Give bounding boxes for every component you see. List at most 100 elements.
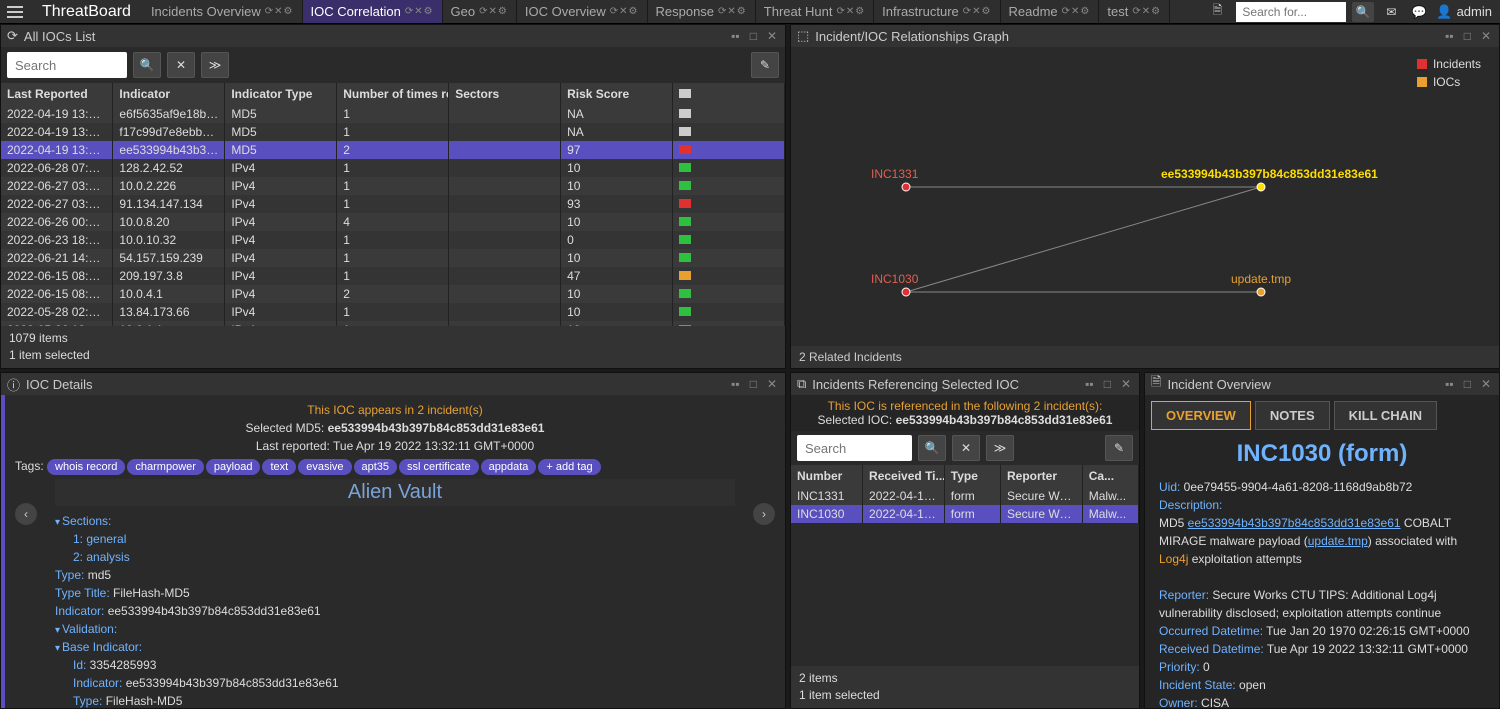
table-row[interactable]: 2022-06-15 08:51:46209.197.3.8IPv4147 xyxy=(1,267,785,285)
table-row[interactable]: 2022-06-23 18:18:4210.0.10.32IPv410 xyxy=(1,231,785,249)
panel-close-icon[interactable]: ✕ xyxy=(765,377,779,391)
expand-icon[interactable]: ≫ xyxy=(201,52,229,78)
graph-canvas[interactable]: Incidents IOCs INC1331 INC1030 ee533994b… xyxy=(791,47,1499,346)
expand-icon[interactable]: ≫ xyxy=(986,435,1014,461)
column-header[interactable]: Ca... xyxy=(1082,465,1138,487)
search-icon[interactable]: 🔍 xyxy=(1352,2,1374,22)
graph-node-inc1331[interactable]: INC1331 xyxy=(871,167,918,181)
column-header[interactable] xyxy=(673,83,785,105)
log4j-link[interactable]: Log4j xyxy=(1159,552,1188,566)
overview-tab-kill chain[interactable]: KILL CHAIN xyxy=(1334,401,1437,430)
new-tab-icon[interactable]: 🗎 xyxy=(1206,0,1228,23)
table-row[interactable]: 2022-06-28 07:39:38128.2.42.52IPv4110 xyxy=(1,159,785,177)
panel-close-icon[interactable]: ✕ xyxy=(1119,377,1133,391)
tab-ioc-correlation[interactable]: IOC Correlation⟳✕⚙ xyxy=(303,0,443,23)
tab-threat-hunt[interactable]: Threat Hunt⟳✕⚙ xyxy=(756,0,874,23)
column-header[interactable]: Indicator xyxy=(113,83,225,105)
panel-settings-icon[interactable]: ▪▪ xyxy=(1443,29,1456,43)
panel-settings-icon[interactable]: ▪▪ xyxy=(729,29,742,43)
panel-title: IOC Details xyxy=(26,377,723,392)
iocs-table[interactable]: Last ReportedIndicatorIndicator TypeNumb… xyxy=(1,83,785,326)
overview-tab-notes[interactable]: NOTES xyxy=(1255,401,1330,430)
panel-close-icon[interactable]: ✕ xyxy=(765,29,779,43)
mail-icon[interactable]: ✉ xyxy=(1380,2,1402,22)
column-header[interactable]: Risk Score xyxy=(561,83,673,105)
table-row[interactable]: 2022-05-26 18:48:1410.0.1.1IPv4110 xyxy=(1,321,785,326)
panel-settings-icon[interactable]: ▪▪ xyxy=(1443,377,1456,391)
refresh-icon[interactable]: ⟳ xyxy=(7,28,18,44)
tab-response[interactable]: Response⟳✕⚙ xyxy=(648,0,756,23)
panel-close-icon[interactable]: ✕ xyxy=(1479,29,1493,43)
panel-max-icon[interactable]: □ xyxy=(1462,29,1473,43)
tab-infrastructure[interactable]: Infrastructure⟳✕⚙ xyxy=(874,0,1000,23)
table-row[interactable]: 2022-05-28 02:48:2513.84.173.66IPv4110 xyxy=(1,303,785,321)
panel-max-icon[interactable]: □ xyxy=(748,377,759,391)
next-source-icon[interactable]: › xyxy=(753,503,775,525)
clear-icon[interactable]: ✕ xyxy=(167,52,195,78)
graph-node-file[interactable]: update.tmp xyxy=(1231,272,1291,286)
refs-table[interactable]: NumberReceived Ti...TypeReporterCa... IN… xyxy=(791,465,1139,523)
graph-node-inc1030[interactable]: INC1030 xyxy=(871,272,918,286)
graph-status: 2 Related Incidents xyxy=(791,346,1499,368)
column-header[interactable]: Indicator Type xyxy=(225,83,337,105)
menu-icon[interactable] xyxy=(0,0,30,23)
tag[interactable]: charmpower xyxy=(127,459,204,475)
tab-ioc-overview[interactable]: IOC Overview⟳✕⚙ xyxy=(517,0,648,23)
table-row[interactable]: 2022-04-19 13:32:11ee533994b43b397b...MD… xyxy=(1,141,785,159)
tab-geo[interactable]: Geo⟳✕⚙ xyxy=(443,0,517,23)
tag[interactable]: + add tag xyxy=(538,459,600,475)
chat-icon[interactable]: 💬 xyxy=(1408,2,1430,22)
hash-link[interactable]: ee533994b43b397b84c853dd31e83e61 xyxy=(1188,516,1401,530)
iocs-search-input[interactable] xyxy=(7,52,127,78)
panel-max-icon[interactable]: □ xyxy=(1462,377,1473,391)
table-row[interactable]: 2022-06-15 08:01:4610.0.4.1IPv4210 xyxy=(1,285,785,303)
tab-incidents-overview[interactable]: Incidents Overview⟳✕⚙ xyxy=(143,0,303,23)
table-row[interactable]: 2022-06-27 03:54:2391.134.147.134IPv4193 xyxy=(1,195,785,213)
panel-max-icon[interactable]: □ xyxy=(748,29,759,43)
tag[interactable]: payload xyxy=(206,459,261,475)
flag-icon xyxy=(679,109,691,118)
flag-icon xyxy=(679,145,691,154)
table-row[interactable]: 2022-06-21 14:38:1654.157.159.239IPv4110 xyxy=(1,249,785,267)
overview-tab-overview[interactable]: OVERVIEW xyxy=(1151,401,1251,430)
panel-max-icon[interactable]: □ xyxy=(1102,377,1113,391)
user-menu[interactable]: 👤 admin xyxy=(1436,4,1492,20)
tag[interactable]: whois record xyxy=(47,459,125,475)
tab-test[interactable]: test⟳✕⚙ xyxy=(1099,0,1170,23)
column-header[interactable]: Sectors xyxy=(449,83,561,105)
column-header[interactable]: Reporter xyxy=(1000,465,1082,487)
search-icon[interactable]: 🔍 xyxy=(918,435,946,461)
panel-settings-icon[interactable]: ▪▪ xyxy=(1083,377,1096,391)
tag[interactable]: appdata xyxy=(481,459,537,475)
edit-icon[interactable]: ✎ xyxy=(751,52,779,78)
tab-readme[interactable]: Readme⟳✕⚙ xyxy=(1001,0,1100,23)
column-header[interactable]: Number of times re... xyxy=(337,83,449,105)
search-icon[interactable]: 🔍 xyxy=(133,52,161,78)
file-link[interactable]: update.tmp xyxy=(1308,534,1368,548)
table-row[interactable]: 2022-06-26 00:39:1110.0.8.20IPv4410 xyxy=(1,213,785,231)
prev-source-icon[interactable]: ‹ xyxy=(15,503,37,525)
tag[interactable]: evasive xyxy=(298,459,351,475)
column-header[interactable]: Number xyxy=(791,465,863,487)
table-row[interactable]: INC10302022-04-19 1...formSecure Work...… xyxy=(791,505,1139,523)
table-row[interactable]: 2022-04-19 13:32:17f17c99d7e8ebb53ee...M… xyxy=(1,123,785,141)
global-search-input[interactable] xyxy=(1236,2,1346,22)
graph-node-hash[interactable]: ee533994b43b397b84c853dd31e83e61 xyxy=(1161,167,1378,181)
tag[interactable]: ssl certificate xyxy=(399,459,479,475)
panel-graph: ⬚ Incident/IOC Relationships Graph ▪▪ □ … xyxy=(790,24,1500,369)
column-header[interactable]: Type xyxy=(944,465,1000,487)
column-header[interactable]: Last Reported xyxy=(1,83,113,105)
panel-title: Incident Overview xyxy=(1167,377,1437,392)
table-row[interactable]: 2022-06-27 03:54:2310.0.2.226IPv4110 xyxy=(1,177,785,195)
panel-close-icon[interactable]: ✕ xyxy=(1479,377,1493,391)
footer-selected: 1 item selected xyxy=(799,687,1131,704)
clear-icon[interactable]: ✕ xyxy=(952,435,980,461)
edit-icon[interactable]: ✎ xyxy=(1105,435,1133,461)
panel-settings-icon[interactable]: ▪▪ xyxy=(729,377,742,391)
tag[interactable]: text xyxy=(262,459,296,475)
table-row[interactable]: 2022-04-19 13:32:18e6f5635af9e18b941...M… xyxy=(1,105,785,123)
table-row[interactable]: INC13312022-04-19 1...formSecure Work...… xyxy=(791,487,1139,505)
column-header[interactable]: Received Ti... xyxy=(863,465,945,487)
tag[interactable]: apt35 xyxy=(354,459,398,475)
refs-search-input[interactable] xyxy=(797,435,912,461)
